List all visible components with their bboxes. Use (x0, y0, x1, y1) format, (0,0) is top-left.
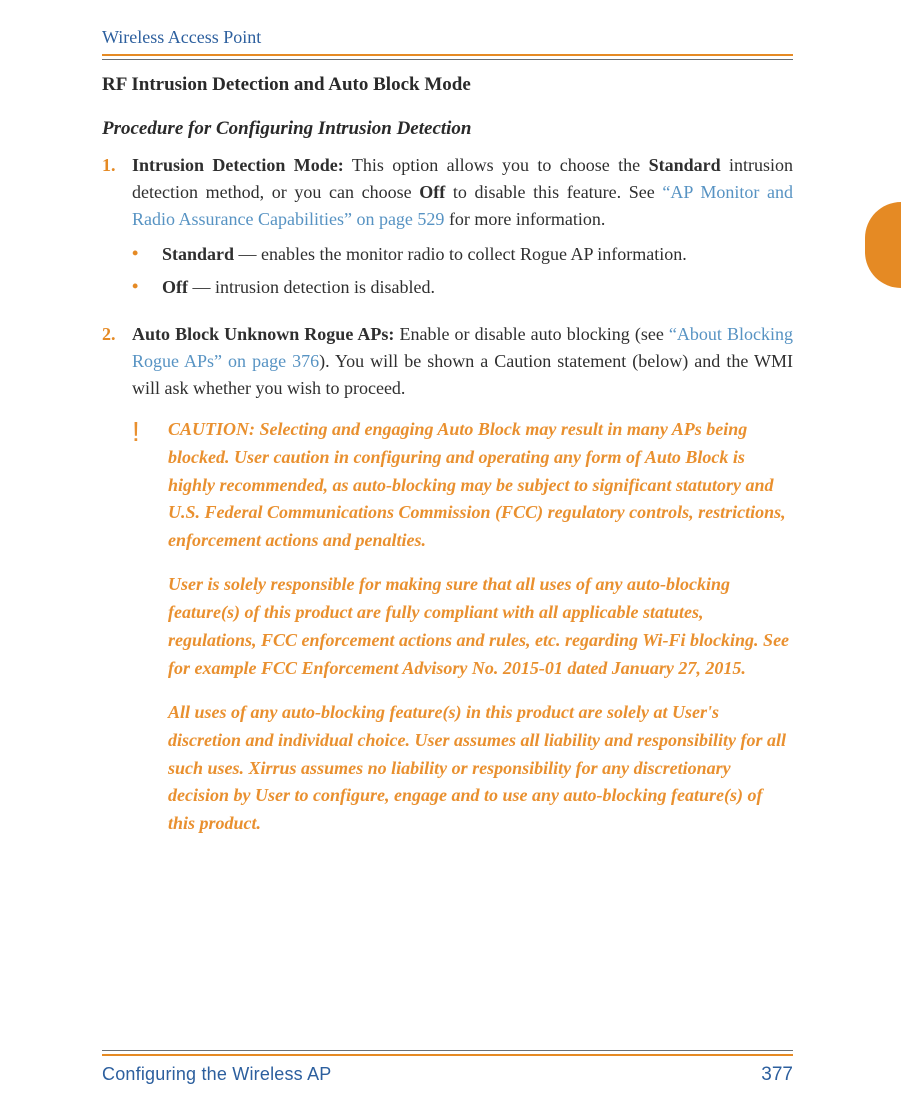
section-subtitle: Procedure for Configuring Intrusion Dete… (102, 118, 793, 140)
sub-bullet-list: • Standard — enables the monitor radio t… (132, 241, 793, 301)
step-number: 1. (102, 152, 132, 311)
running-header: Wireless Access Point (102, 28, 793, 48)
rule-orange-bottom (102, 1054, 793, 1056)
bullet-dot: • (132, 241, 162, 268)
step-lead: Intrusion Detection Mode: (132, 155, 344, 175)
rule-orange-top (102, 54, 793, 56)
step-text: Enable or disable auto blocking (see (394, 324, 669, 344)
bullet-dot: • (132, 274, 162, 301)
bullet-desc: enables the monitor radio to collect Rog… (261, 244, 687, 264)
rule-gray-bottom (102, 1050, 793, 1051)
procedure-list: 1. Intrusion Detection Mode: This option… (102, 152, 793, 854)
caution-block: ! CAUTION: Selecting and engaging Auto B… (132, 416, 793, 854)
page-footer: Configuring the Wireless AP 377 (102, 1050, 793, 1086)
word-standard: Standard (649, 155, 721, 175)
document-page: Wireless Access Point RF Intrusion Detec… (0, 0, 901, 854)
section-title: RF Intrusion Detection and Auto Block Mo… (102, 74, 793, 96)
bullet-body: Standard — enables the monitor radio to … (162, 241, 793, 268)
bullet-term: Off (162, 277, 188, 297)
caution-paragraph: CAUTION: Selecting and engaging Auto Blo… (168, 416, 793, 555)
bullet-item: • Standard — enables the monitor radio t… (132, 241, 793, 268)
bullet-body: Off — intrusion detection is disabled. (162, 274, 793, 301)
bullet-desc: intrusion detection is disabled. (215, 277, 435, 297)
step-lead: Auto Block Unknown Rogue APs: (132, 324, 394, 344)
bullet-item: • Off — intrusion detection is disabled. (132, 274, 793, 301)
separator: — (188, 277, 215, 297)
rule-gray-top (102, 59, 793, 60)
caution-paragraph: All uses of any auto-blocking feature(s)… (168, 699, 793, 838)
step-text: for more information. (444, 209, 605, 229)
word-off: Off (419, 182, 445, 202)
caution-paragraph: User is solely responsible for making su… (168, 571, 793, 683)
procedure-step: 2. Auto Block Unknown Rogue APs: Enable … (102, 321, 793, 402)
step-text: to disable this feature. See (445, 182, 662, 202)
step-number: 2. (102, 321, 132, 402)
footer-section-title: Configuring the Wireless AP (102, 1064, 332, 1085)
bullet-term: Standard (162, 244, 234, 264)
separator: — (234, 244, 261, 264)
caution-text: CAUTION: Selecting and engaging Auto Blo… (168, 416, 793, 854)
caution-icon: ! (132, 416, 168, 854)
procedure-step: 1. Intrusion Detection Mode: This option… (102, 152, 793, 311)
step-text: This option allows you to choose the (344, 155, 649, 175)
step-body: Intrusion Detection Mode: This option al… (132, 152, 793, 311)
step-body: Auto Block Unknown Rogue APs: Enable or … (132, 321, 793, 402)
page-number: 377 (761, 1064, 793, 1086)
